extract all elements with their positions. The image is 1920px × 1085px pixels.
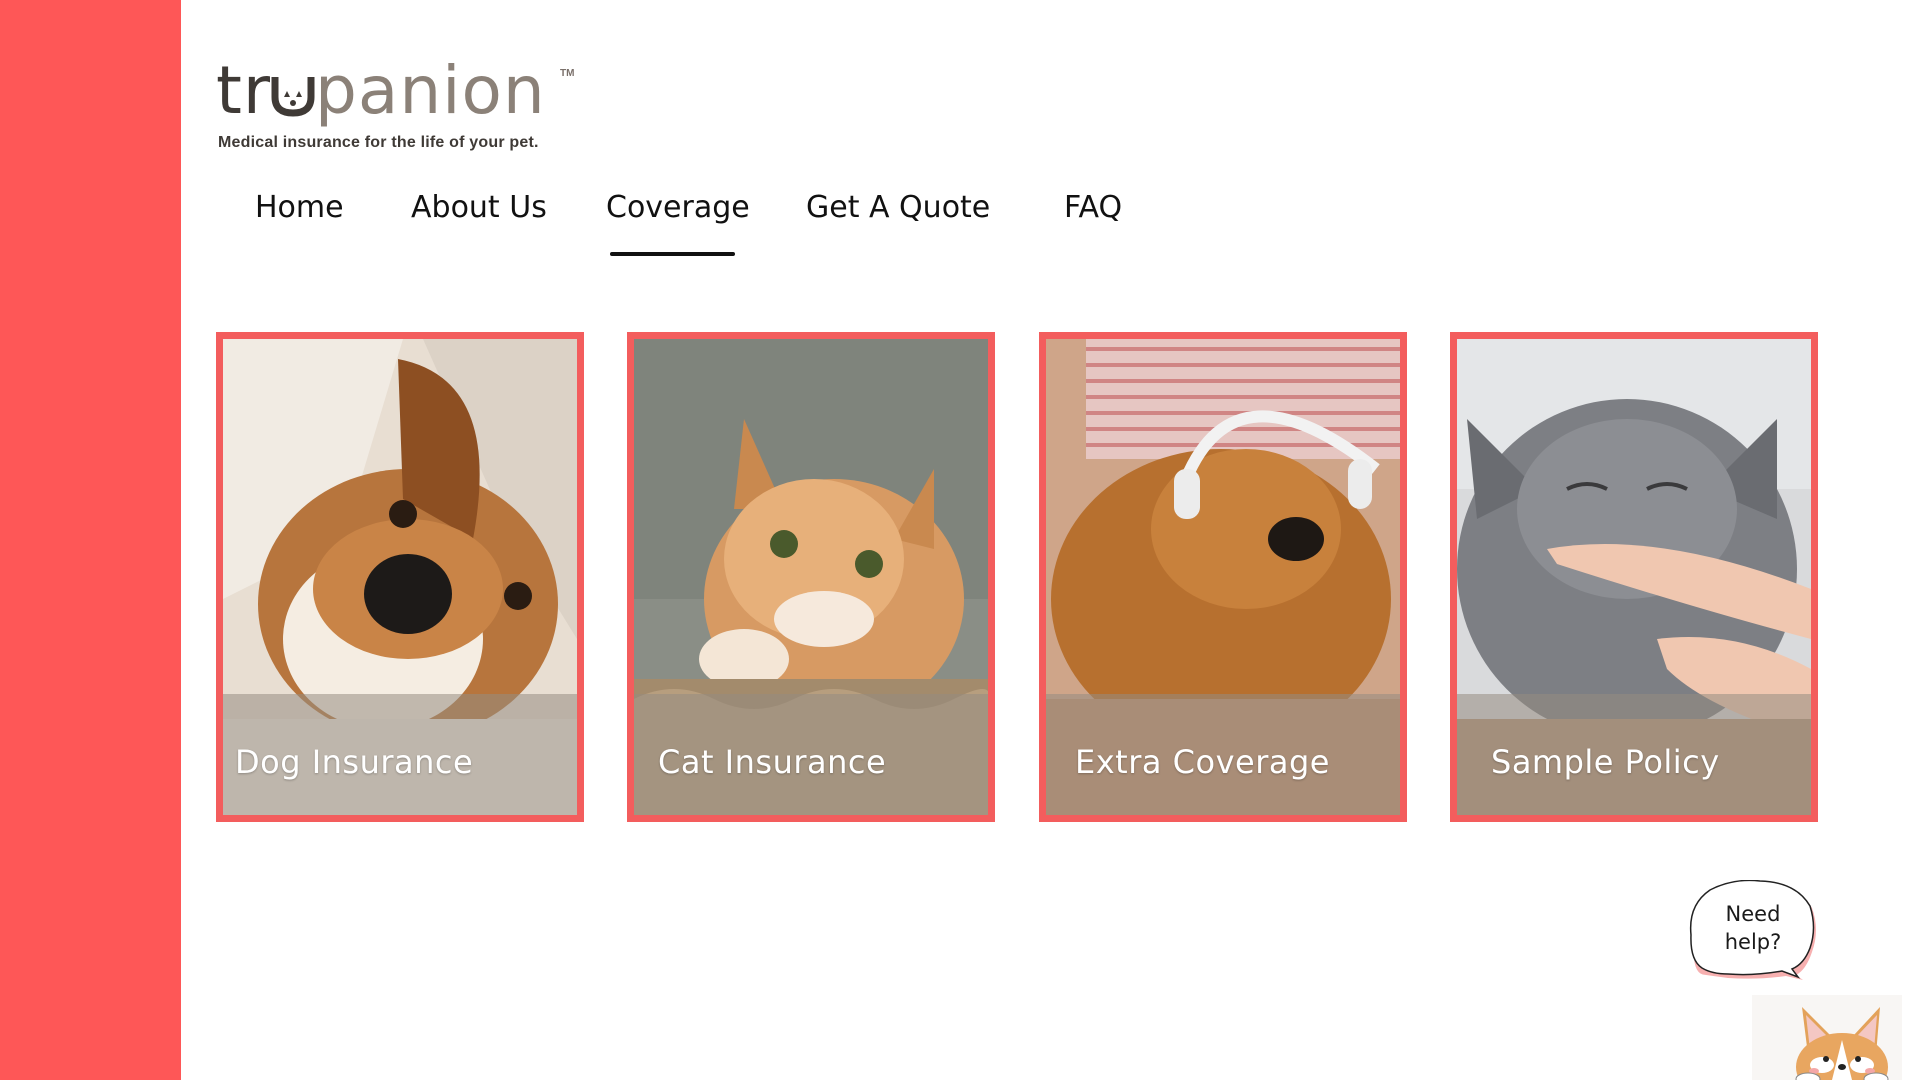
- card-label: Extra Coverage: [1075, 743, 1330, 781]
- nav-item-coverage[interactable]: Coverage: [606, 190, 750, 225]
- trademark-mark: TM: [560, 68, 575, 79]
- corgi-icon[interactable]: [1752, 995, 1902, 1085]
- trupanion-logo[interactable]: tr panion TM Medical insurance for the l…: [216, 58, 596, 158]
- card-sample-policy[interactable]: Sample Policy: [1450, 332, 1818, 822]
- paw-u-icon: [271, 62, 315, 117]
- nav-item-about-us[interactable]: About Us: [411, 190, 547, 225]
- active-nav-underline: [610, 252, 735, 256]
- need-help-bubble[interactable]: Need help?: [1688, 880, 1818, 980]
- card-label: Dog Insurance: [235, 743, 474, 781]
- left-accent-bar: [0, 0, 181, 1080]
- nav-item-faq[interactable]: FAQ: [1064, 190, 1122, 225]
- need-help-label: Need help?: [1724, 902, 1782, 954]
- logo-wordmark: tr panion: [216, 52, 546, 129]
- logo-tagline: Medical insurance for the life of your p…: [218, 134, 539, 151]
- card-cat-insurance[interactable]: Cat Insurance: [627, 332, 995, 822]
- card-label: Cat Insurance: [658, 743, 887, 781]
- nav-item-get-a-quote[interactable]: Get A Quote: [806, 190, 990, 225]
- card-label: Sample Policy: [1491, 743, 1720, 781]
- nav-item-home[interactable]: Home: [255, 190, 344, 225]
- card-dog-insurance[interactable]: Dog Insurance: [216, 332, 584, 822]
- card-extra-coverage[interactable]: Extra Coverage: [1039, 332, 1407, 822]
